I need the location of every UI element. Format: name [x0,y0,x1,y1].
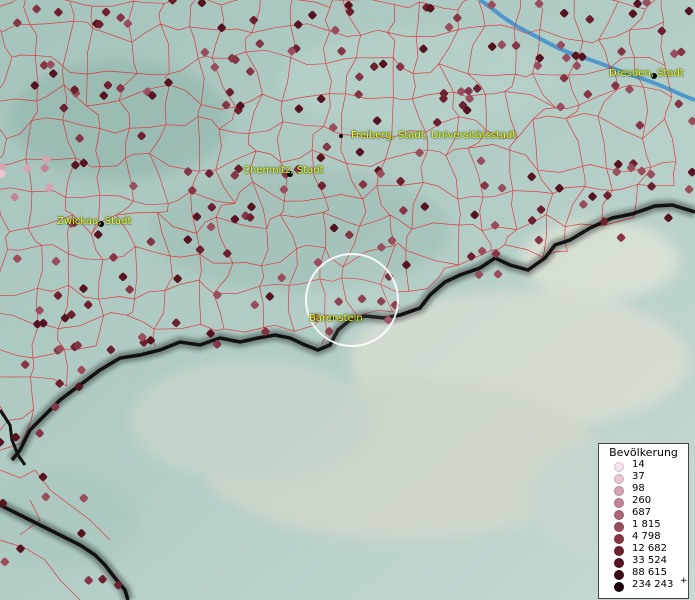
city-label-freiberg[interactable]: Freiberg, Stadt, Universitätsstadt [351,130,516,141]
legend-label: 687 [632,507,652,518]
city-label-dresden[interactable]: Dresden, Stadt [609,68,684,79]
legend-swatch [614,582,624,592]
legend-label: 14 [632,459,645,470]
legend-item: 37 [599,471,688,484]
legend-label: 37 [632,471,645,482]
legend-label: 234 243 [632,579,674,590]
legend-label: 1 815 [632,519,661,530]
city-label-baerenstein[interactable]: Bärenstein [309,313,363,324]
legend-item: 1 815 [599,519,688,532]
selection-highlight-circle [305,253,399,347]
legend-item: 14 [599,459,688,472]
legend-label: 98 [632,483,645,494]
legend-label: 12 682 [632,543,667,554]
legend-title: Bevölkerung [609,446,678,459]
map-canvas[interactable] [0,0,695,600]
legend-item: 98 [599,483,688,496]
legend-label: 260 [632,495,652,506]
legend-items: 14 37 98 260 687 1 815 4 798 12 682 33 524 88 615… [599,459,688,592]
population-legend: Bevölkerung 14 37 98 260 687 1 815 4 798 12 682… [598,443,689,599]
legend-item: 33 524 [599,555,688,568]
legend-item: 4 798 [599,531,688,544]
legend-label: 88 615 [632,567,667,578]
legend-item: 12 682 [599,543,688,556]
legend-label: 33 524 [632,555,667,566]
legend-item: 88 615 [599,567,688,580]
city-label-zwickau[interactable]: Zwickau, Stadt [57,216,131,227]
legend-label: 4 798 [632,531,661,542]
legend-item: 687 [599,507,688,520]
legend-item: 260 [599,495,688,508]
city-point-freiberg[interactable] [339,134,343,138]
legend-plus-sign: + [680,576,688,586]
city-label-chemnitz[interactable]: Chemnitz, Stadt [243,165,324,176]
legend-item: 234 243 + [599,576,688,592]
